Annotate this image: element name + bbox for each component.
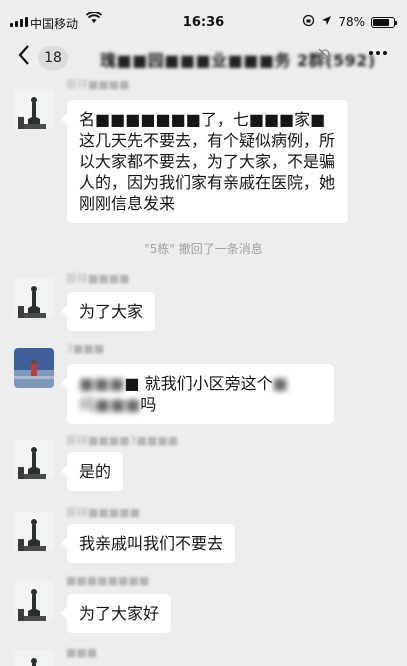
mute-icon [318, 48, 332, 66]
lock-rotation-icon [302, 14, 315, 30]
sender-name: 振祥■■■■■ [66, 506, 140, 519]
chat-title: 瑰■■园■■■业■■■务 2群(592) [100, 51, 376, 70]
sender-name: ■■■ [66, 646, 98, 659]
statue-avatar[interactable] [14, 581, 54, 621]
message-bubble[interactable]: ■■■■ 就我们小区旁这个■ 纯■■■吗 [61, 364, 334, 424]
location-icon [321, 15, 332, 29]
sender-name: 振祥■■■■3■■■■ [66, 434, 179, 447]
message-text: 为了大家好 [79, 604, 160, 623]
chevron-left-icon[interactable] [18, 44, 30, 72]
statue-avatar[interactable] [14, 439, 54, 479]
more-icon[interactable] [367, 42, 389, 70]
statue-avatar[interactable] [14, 278, 54, 318]
message-text: 我亲戚叫我们不要去 [79, 534, 224, 553]
message-text: 名■■■■■■■了，七■■■家■这几天先不要去，有个疑似病例，所以大家都不要去，… [79, 110, 336, 213]
status-bar: 中国移动 16:36 78% [0, 0, 407, 34]
chat-header: 18 瑰■■园■■■业■■■务 2群(592) [0, 38, 407, 78]
message-text: 是的 [79, 462, 112, 481]
message-text: 为了大家 [79, 302, 144, 321]
sender-name: 振祥■■■■ [66, 272, 130, 285]
battery-percent: 78% [338, 15, 365, 29]
statue-avatar[interactable] [14, 89, 54, 129]
message-text: ■■■■ 就我们小区旁这个■ [79, 374, 288, 393]
battery-icon [371, 16, 397, 28]
message-bubble[interactable]: 为了大家好 [60, 594, 172, 633]
statue-avatar[interactable] [14, 650, 54, 666]
message-bubble[interactable]: 名■■■■■■■了，七■■■家■这几天先不要去，有个疑似病例，所以大家都不要去，… [61, 100, 348, 223]
message-bubble[interactable]: 为了大家 [60, 292, 156, 331]
message-bubble[interactable]: 我亲戚叫我们不要去 [60, 524, 236, 563]
sender-name: 振祥■■■■ [66, 78, 130, 91]
statue-avatar[interactable] [14, 511, 54, 551]
recall-notice: "5栋" 撤回了一条消息 [144, 242, 263, 256]
message-text-line2: 纯■■■吗 [79, 395, 157, 414]
unread-count-badge[interactable]: 18 [38, 46, 68, 70]
message-bubble[interactable]: 是的 [60, 452, 124, 491]
landscape-avatar[interactable] [14, 348, 54, 388]
sender-name: ■■■■■■■■ [66, 574, 150, 587]
sender-name: 3■■■ [66, 342, 105, 355]
